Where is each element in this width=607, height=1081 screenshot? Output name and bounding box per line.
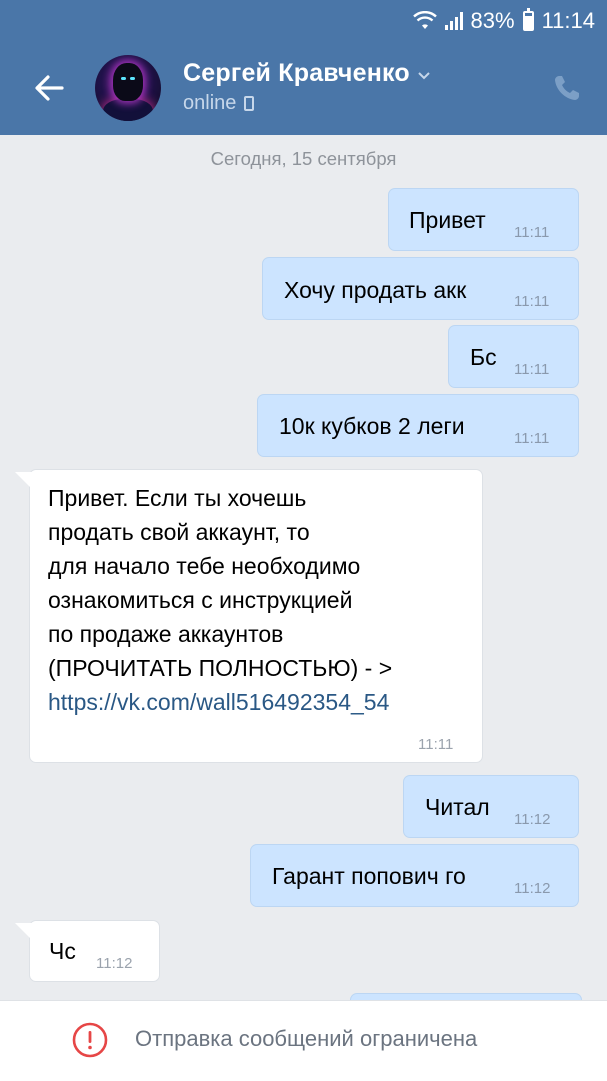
contact-name-text: Сергей Кравченко [183, 59, 410, 87]
message-line: Привет. Если ты хочешь [48, 485, 307, 511]
message-text: Бс [470, 344, 497, 370]
message-time: 11:11 [514, 361, 550, 378]
message-time: 11:11 [418, 736, 454, 753]
chat-header: Сергей Кравченко online [0, 42, 607, 135]
message-time: 11:12 [514, 880, 551, 897]
wifi-icon [412, 11, 437, 29]
status-bar: 83% 11:14 [0, 0, 607, 42]
back-button[interactable] [30, 69, 68, 107]
message-incoming[interactable]: Чс 11:12 [15, 920, 160, 982]
battery-icon [522, 8, 534, 31]
message-line: (ПРОЧИТАТЬ ПОЛНОСТЬЮ) - > [48, 655, 393, 681]
message-outgoing[interactable]: Бс 11:11 [448, 325, 579, 388]
message-text: Гарант попович го [272, 863, 466, 889]
message-time: 11:11 [514, 224, 550, 241]
battery-percent: 83% [470, 8, 515, 33]
message-outgoing[interactable]: Хочу продать акк 11:11 [262, 257, 579, 320]
contact-status: online [183, 92, 255, 115]
message-outgoing[interactable]: Читал 11:12 [403, 775, 579, 838]
date-separator: Сегодня, 15 сентября [210, 148, 397, 169]
message-link[interactable]: https://vk.com/wall516492354_54 [48, 685, 392, 719]
message-outgoing[interactable]: 10к кубков 2 леги 11:11 [257, 394, 579, 457]
exclamation-circle-icon [72, 1022, 108, 1058]
bubble-tail [15, 472, 33, 490]
status-indicators: 83% 11:14 [412, 8, 595, 34]
message-text: Привет [409, 207, 486, 233]
restriction-bar: Отправка сообщений ограничена [0, 1000, 607, 1081]
mobile-icon [244, 96, 255, 111]
restriction-notice: Отправка сообщений ограничена [135, 1026, 478, 1051]
chevron-down-icon [418, 71, 430, 79]
avatar[interactable] [95, 55, 161, 121]
online-status: online [183, 92, 237, 114]
message-line: продать свой аккаунт, то [48, 519, 310, 545]
message-line: для начало тебе необходимо [48, 553, 361, 579]
message-text: Чс [49, 938, 76, 964]
message-text: Хочу продать акк [284, 277, 467, 303]
message-text: Привет. Если ты хочешь продать свой акка… [48, 481, 392, 719]
message-time: 11:12 [96, 955, 133, 972]
message-outgoing[interactable]: Привет 11:11 [388, 188, 579, 251]
message-time: 11:12 [514, 811, 551, 828]
message-incoming[interactable]: Привет. Если ты хочешь продать свой акка… [15, 469, 483, 763]
message-time: 11:11 [514, 430, 550, 447]
bubble-tail [15, 923, 33, 941]
phone-icon [555, 76, 579, 100]
contact-name[interactable]: Сергей Кравченко [183, 59, 430, 88]
signal-bars-icon [444, 12, 463, 30]
message-line: ознакомиться с инструкцией [48, 587, 353, 613]
message-line: по продаже аккаунтов [48, 621, 284, 647]
arrow-left-icon [35, 75, 64, 101]
message-outgoing[interactable]: Гарант попович го 11:12 [250, 844, 579, 907]
message-text: 10к кубков 2 леги [279, 413, 465, 439]
message-text: Читал [425, 794, 490, 820]
call-button[interactable] [552, 73, 582, 103]
message-time: 11:11 [514, 293, 550, 310]
clock: 11:14 [541, 8, 595, 33]
